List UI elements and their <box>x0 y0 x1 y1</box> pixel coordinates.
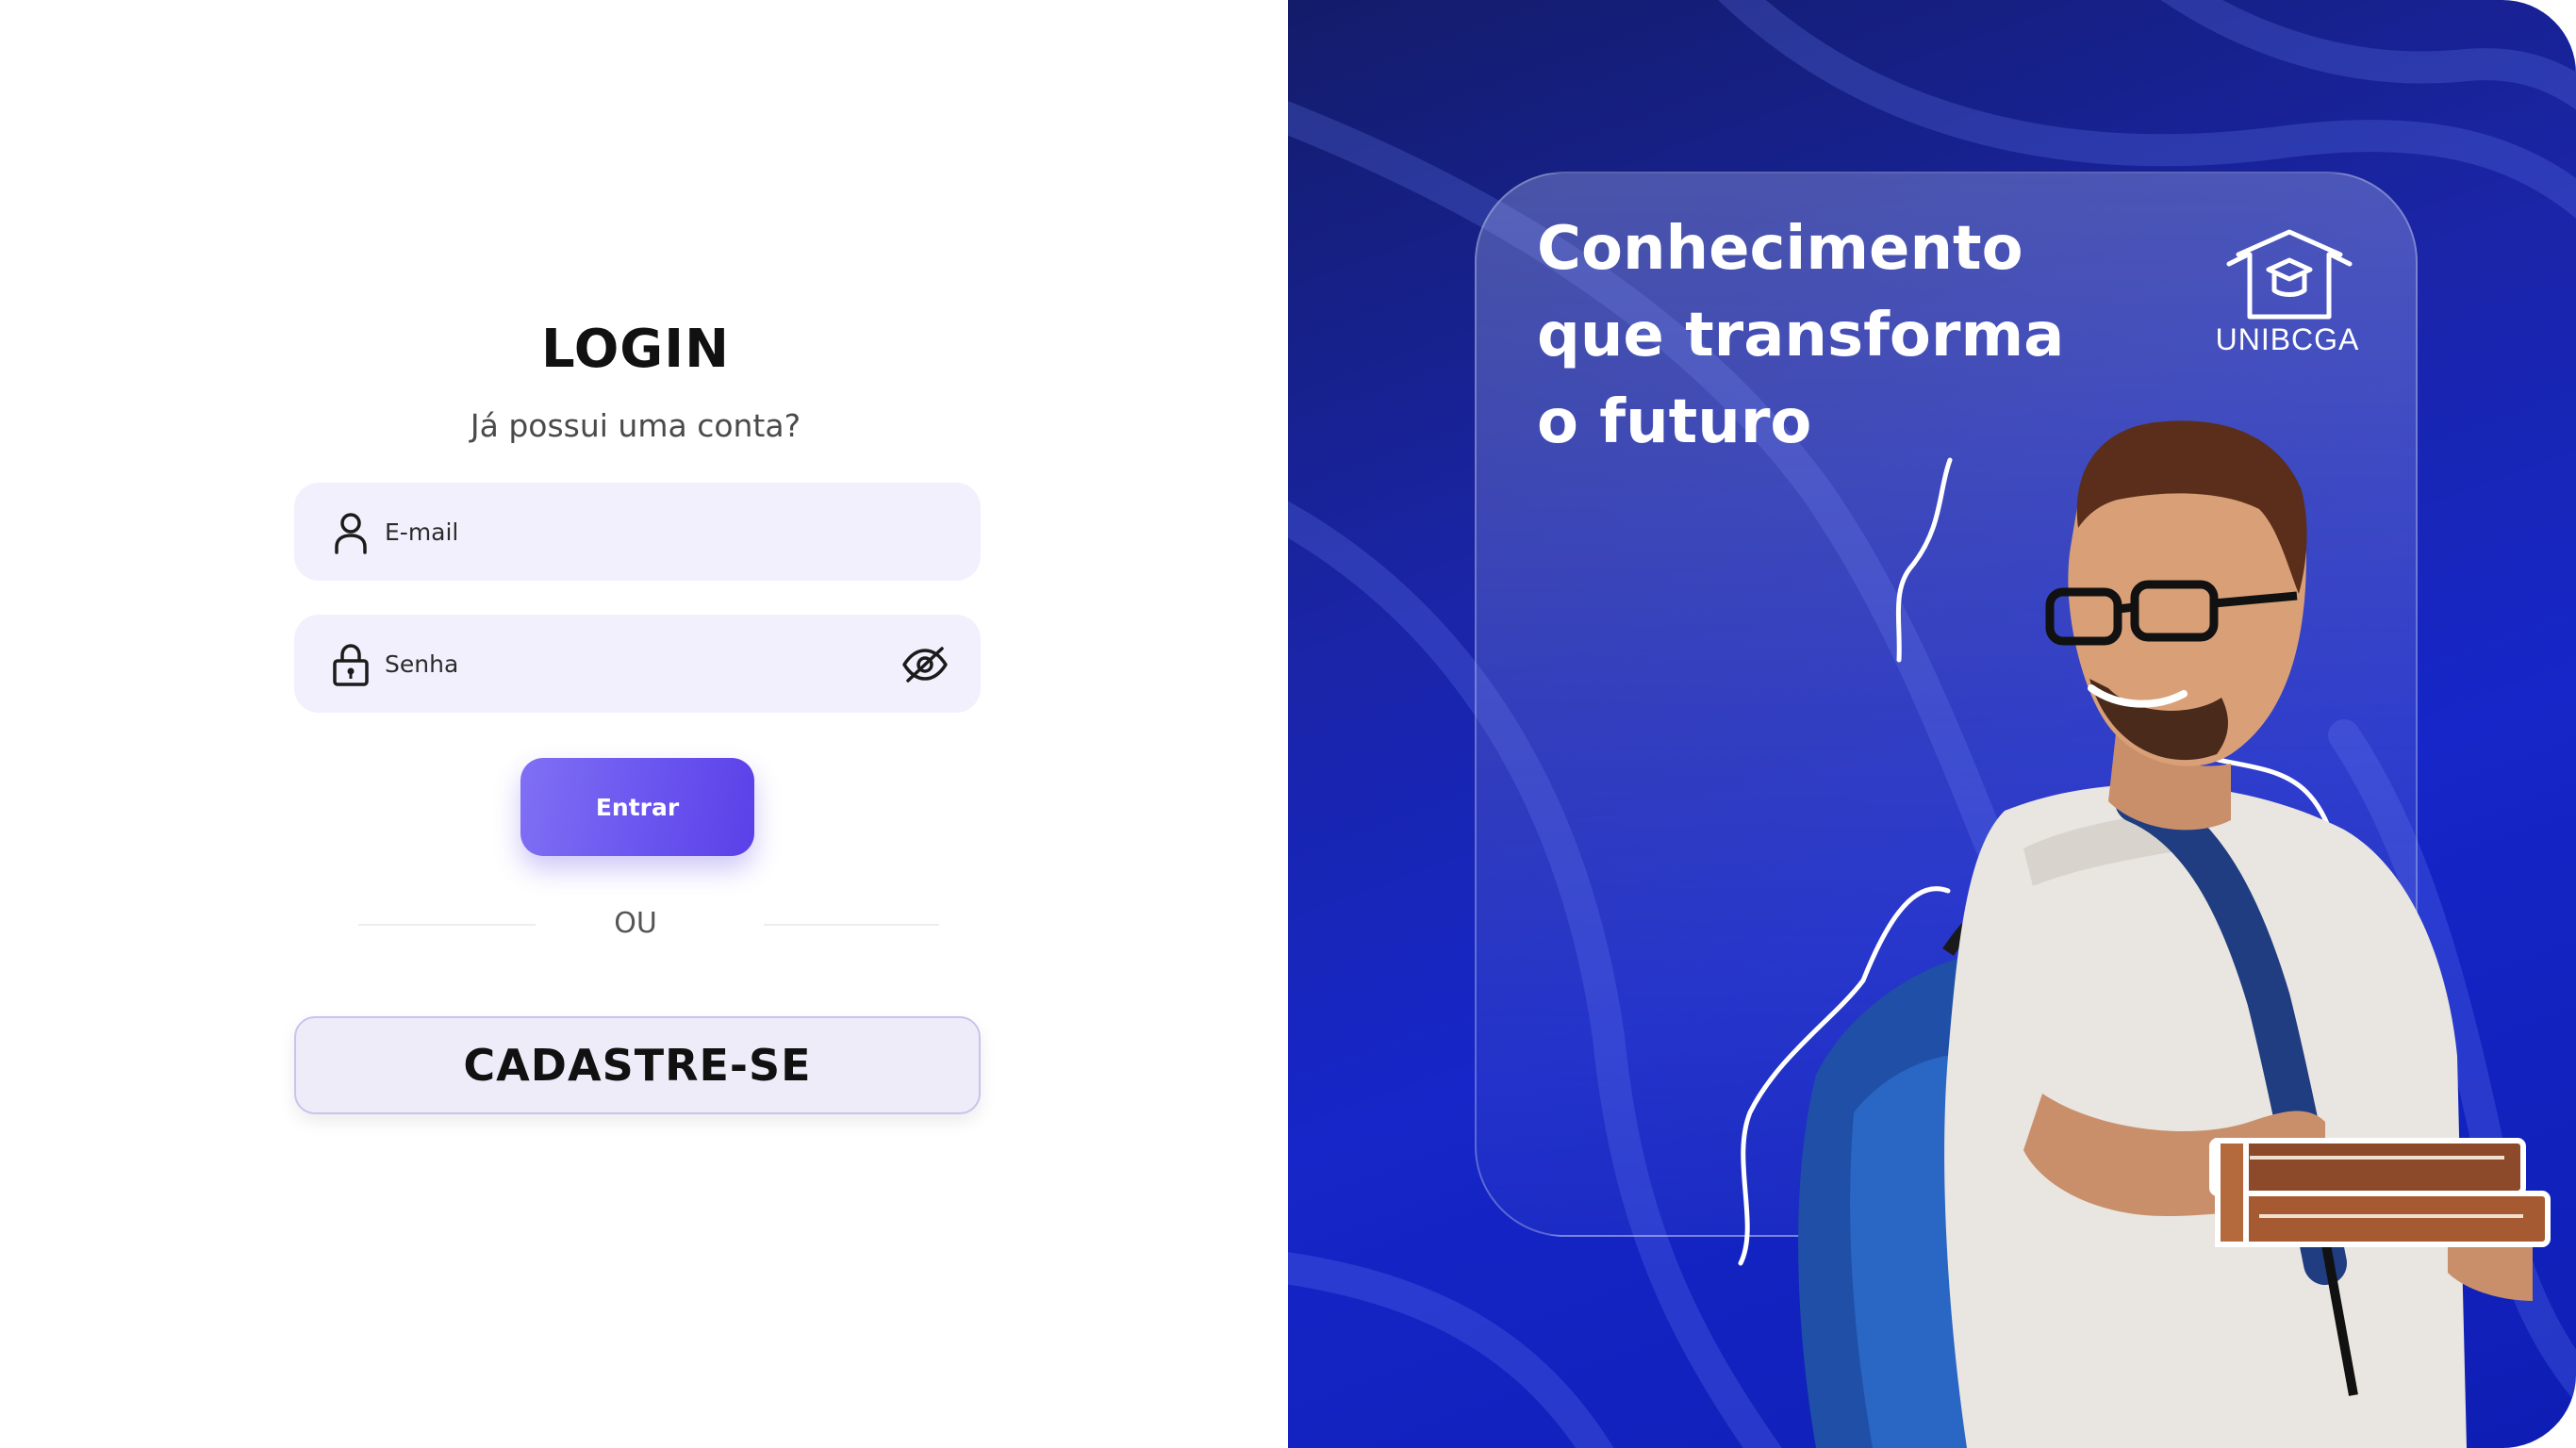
divider-label: OU <box>614 907 657 940</box>
login-button[interactable]: Entrar <box>520 758 754 856</box>
password-field-container <box>294 615 981 713</box>
student-photo <box>1738 420 2551 1448</box>
hero-panel: Conhecimento que transforma o futuro UNI… <box>1288 0 2576 1448</box>
eye-off-icon[interactable] <box>901 646 949 683</box>
divider-left <box>358 924 536 926</box>
login-subtitle: Já possui uma conta? <box>470 407 801 444</box>
email-field-container <box>294 483 981 581</box>
password-input[interactable] <box>385 615 875 713</box>
signup-button[interactable]: CADASTRE-SE <box>294 1016 981 1114</box>
lock-icon <box>333 644 369 686</box>
page-title: LOGIN <box>541 319 730 380</box>
email-input[interactable] <box>385 483 875 581</box>
divider-right <box>764 924 939 926</box>
login-panel: LOGIN Já possui uma conta? Entrar OU CAD… <box>0 0 1288 1448</box>
user-icon <box>335 513 367 554</box>
